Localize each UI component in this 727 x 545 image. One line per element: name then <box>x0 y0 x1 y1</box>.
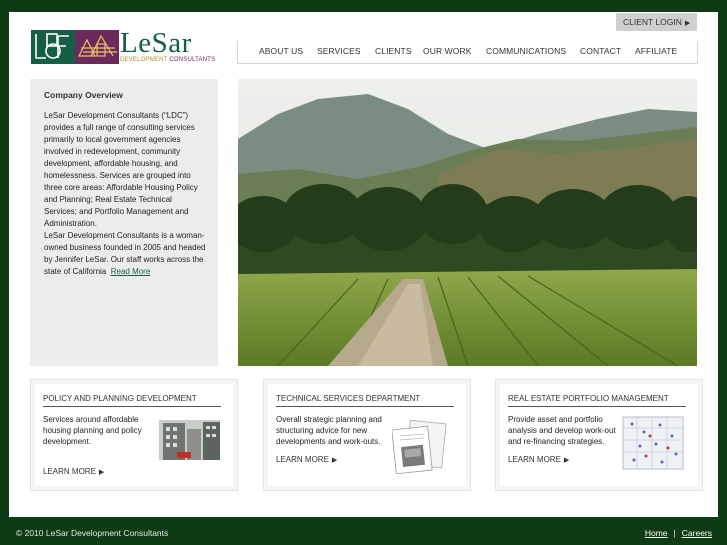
company-overview-title: Company Overview <box>44 90 123 100</box>
triangle-right-icon: ▶ <box>684 20 691 27</box>
triangle-right-icon: ▶ <box>563 457 570 464</box>
vineyard-landscape-image <box>238 79 697 366</box>
map-photo <box>622 416 684 470</box>
footer-links: Home | Careers <box>645 528 712 538</box>
nav-item-services[interactable]: SERVICES <box>317 46 361 56</box>
triangle-right-icon: ▶ <box>331 457 338 464</box>
learn-more-label: LEARN MORE <box>43 467 96 476</box>
company-overview-text-2: LeSar Development Consultants is a woman… <box>44 230 206 278</box>
learn-more-link[interactable]: LEARN MORE ▶ <box>43 467 104 476</box>
learn-more-label: LEARN MORE <box>508 455 561 464</box>
nav-item-our-work[interactable]: OUR WORK <box>423 46 472 56</box>
main-nav: ABOUT US SERVICES CLIENTS OUR WORK COMMU… <box>237 41 698 64</box>
service-card-technical: TECHNICAL SERVICES DEPARTMENT Overall st… <box>263 379 471 491</box>
company-overview-text-1: LeSar Development Consultants (“LDC”) pr… <box>44 111 198 228</box>
nav-item-about-us[interactable]: ABOUT US <box>259 46 303 56</box>
nav-item-clients[interactable]: CLIENTS <box>375 46 412 56</box>
service-card-title: POLICY AND PLANNING DEVELOPMENT <box>43 394 221 407</box>
hero-image <box>238 79 697 366</box>
learn-more-label: LEARN MORE <box>276 455 329 464</box>
logo-mark <box>31 30 119 64</box>
learn-more-link[interactable]: LEARN MORE ▶ <box>508 455 569 464</box>
service-card-text: Services around affordable housing plann… <box>43 415 142 446</box>
client-login-button[interactable]: CLIENT LOGIN ▶ <box>616 13 697 31</box>
footer-link-home[interactable]: Home <box>645 528 668 538</box>
footer-link-careers[interactable]: Careers <box>682 528 712 538</box>
service-card-title: TECHNICAL SERVICES DEPARTMENT <box>276 394 454 407</box>
triangle-right-icon: ▶ <box>98 469 105 476</box>
service-card-portfolio: REAL ESTATE PORTFOLIO MANAGEMENT Provide… <box>495 379 703 491</box>
footer-separator: | <box>673 528 676 538</box>
company-overview-panel: Company Overview LeSar Development Consu… <box>30 79 218 366</box>
read-more-link[interactable]: Read More <box>111 267 151 276</box>
logo-wordmark: LeSar <box>120 27 192 59</box>
learn-more-link[interactable]: LEARN MORE ▶ <box>276 455 337 464</box>
logo[interactable]: LeSar DEVELOPMENT CONSULTANTS <box>31 27 221 66</box>
logo-tagline: DEVELOPMENT CONSULTANTS <box>120 57 220 63</box>
nav-item-communications[interactable]: COMMUNICATIONS <box>486 46 566 56</box>
footer-copyright: © 2010 LeSar Development Consultants <box>16 528 169 538</box>
service-card-title: REAL ESTATE PORTFOLIO MANAGEMENT <box>508 394 686 407</box>
client-login-label: CLIENT LOGIN <box>623 17 682 27</box>
logo-tagline-1: DEVELOPMENT <box>120 57 168 63</box>
documents-photo <box>392 420 447 474</box>
service-card-text: Overall strategic planning and structuri… <box>276 415 382 446</box>
nav-item-contact[interactable]: CONTACT <box>580 46 621 56</box>
building-photo <box>159 420 220 460</box>
page-frame: LeSar DEVELOPMENT CONSULTANTS CLIENT LOG… <box>9 12 718 517</box>
service-card-text: Provide asset and portfolio analysis and… <box>508 415 616 446</box>
service-card-policy: POLICY AND PLANNING DEVELOPMENT Services… <box>30 379 238 491</box>
logo-tagline-2: CONSULTANTS <box>169 57 216 63</box>
nav-item-affiliate[interactable]: AFFILIATE <box>635 46 677 56</box>
